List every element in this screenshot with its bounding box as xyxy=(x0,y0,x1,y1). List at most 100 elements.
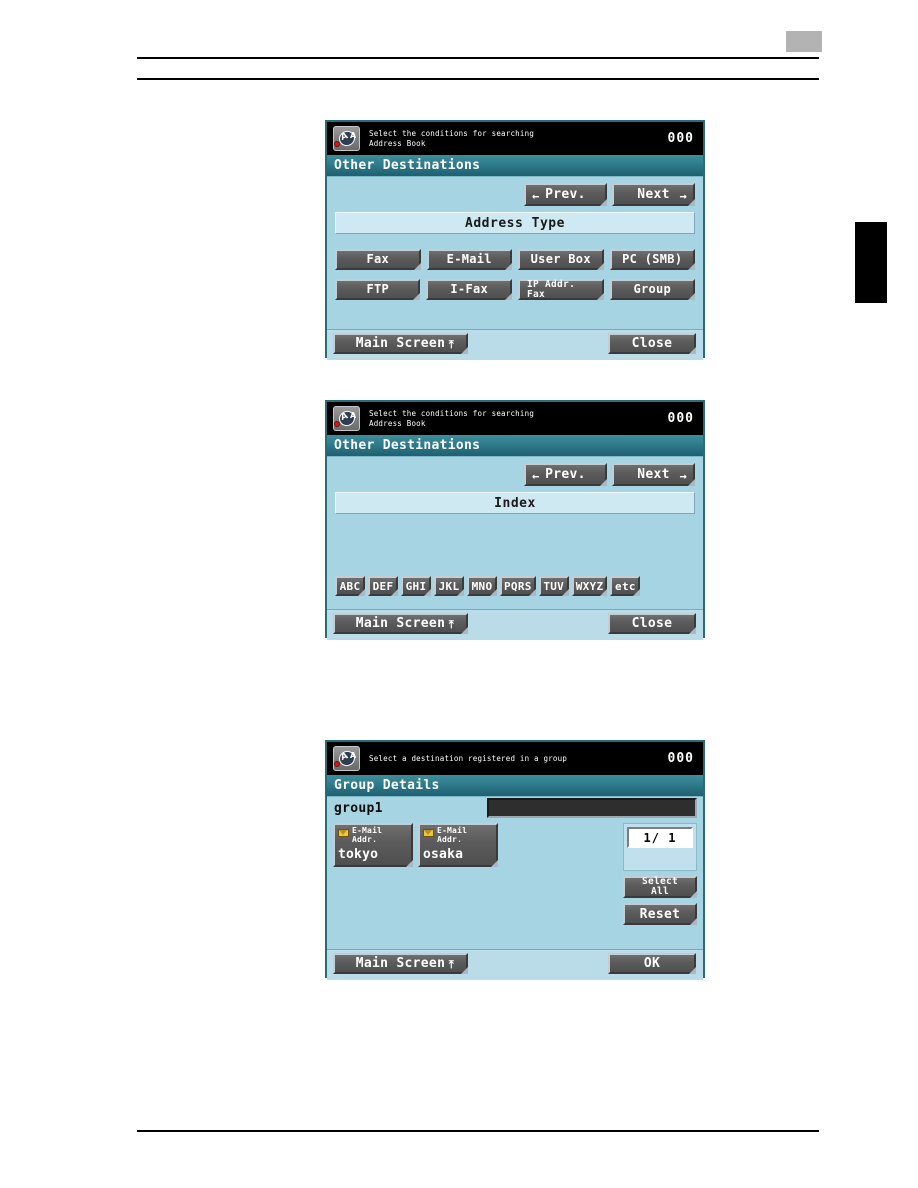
page-indicator-value: 1/ 1 xyxy=(643,830,677,845)
prev-button[interactable]: ← Prev. xyxy=(524,463,607,486)
main-screen-label: Main Screen xyxy=(355,616,446,631)
group-name-row: group1 xyxy=(327,797,703,819)
address-type-fax-button[interactable]: Fax xyxy=(335,249,421,270)
main-screen-label: Main Screen xyxy=(355,336,446,351)
destination-name-label: osaka xyxy=(423,847,464,862)
main-screen-button[interactable]: Main Screen ⤒ xyxy=(333,953,468,974)
header-rule-bottom xyxy=(137,78,819,80)
screen-title-bar: Group Details xyxy=(327,775,703,797)
prev-button-label: Prev. xyxy=(545,467,586,482)
status-message: Select a destination registered in a gro… xyxy=(369,753,568,763)
screen-title-bar: Other Destinations xyxy=(327,435,703,457)
screen-title: Other Destinations xyxy=(334,438,481,453)
section-header-label: Address Type xyxy=(465,215,565,231)
destination-type-label: E-Mail Addr. xyxy=(437,826,468,844)
footer-bar: Main Screen ⤒ OK xyxy=(327,949,703,980)
header-rule-top xyxy=(137,57,819,59)
select-all-button[interactable]: Select All xyxy=(623,876,697,898)
group-side-controls: 1/ 1 Select All Reset xyxy=(615,823,703,943)
next-button-label: Next xyxy=(637,467,670,482)
index-button-ghi[interactable]: GHI xyxy=(401,576,431,596)
right-arrow-icon: → xyxy=(679,189,687,203)
screen-title: Other Destinations xyxy=(334,158,481,173)
address-type-ipaddrfax-button[interactable]: IP Addr. Fax xyxy=(517,279,604,300)
address-type-pcsmb-button[interactable]: PC (SMB) xyxy=(609,249,695,270)
address-book-search-icon: AA xyxy=(333,126,360,151)
address-type-ifax-button[interactable]: I-Fax xyxy=(426,279,513,300)
prev-button-label: Prev. xyxy=(545,187,586,202)
nav-buttons: ← Prev. Next → xyxy=(524,463,695,486)
footer-bar: Main Screen ⤒ Close xyxy=(327,609,703,640)
envelope-icon xyxy=(338,829,349,837)
address-type-group-button[interactable]: Group xyxy=(609,279,696,300)
main-screen-arrow-icon: ⤒ xyxy=(448,618,454,631)
page-indicator-box: 1/ 1 xyxy=(627,827,693,848)
screen-title: Group Details xyxy=(334,778,440,793)
address-type-userbox-button[interactable]: User Box xyxy=(518,249,604,270)
lcd-screen-address-type: AA Select the conditions for searching A… xyxy=(325,120,705,360)
destination-name-label: tokyo xyxy=(338,847,379,862)
lcd-screen-group-details: AA Select a destination registered in a … xyxy=(325,740,705,980)
status-bar: AA Select the conditions for searching A… xyxy=(327,122,703,155)
footer-rule xyxy=(137,1130,819,1132)
page-number-placeholder xyxy=(786,31,822,52)
screen-body: ← Prev. Next → Index ABC DEF GHI JKL MNO… xyxy=(327,457,703,640)
main-screen-arrow-icon: ⤒ xyxy=(448,338,454,351)
address-type-grid: Fax E-Mail User Box PC (SMB) FTP I-Fax I… xyxy=(335,249,696,300)
address-book-group-icon: AA xyxy=(333,746,360,771)
index-button-abc[interactable]: ABC xyxy=(335,576,365,596)
lcd-screen-index: AA Select the conditions for searching A… xyxy=(325,400,705,640)
job-counter: 000 xyxy=(667,131,694,146)
index-button-def[interactable]: DEF xyxy=(368,576,398,596)
close-button[interactable]: Close xyxy=(608,613,696,634)
index-button-jkl[interactable]: JKL xyxy=(434,576,464,596)
reset-button[interactable]: Reset xyxy=(623,903,697,925)
right-arrow-icon: → xyxy=(679,469,687,483)
index-button-mno[interactable]: MNO xyxy=(467,576,497,596)
close-button[interactable]: Close xyxy=(608,333,696,354)
destination-card-list: E-Mail Addr. tokyo E-Mail Addr. osaka xyxy=(333,823,498,867)
nav-buttons: ← Prev. Next → xyxy=(524,183,695,206)
status-message: Select the conditions for searching Addr… xyxy=(369,409,535,428)
page-indicator-panel: 1/ 1 xyxy=(623,823,697,871)
section-header-index: Index xyxy=(335,492,695,514)
index-button-tuv[interactable]: TUV xyxy=(538,576,569,596)
destination-type-label: E-Mail Addr. xyxy=(352,826,383,844)
envelope-icon xyxy=(423,829,434,837)
main-screen-button[interactable]: Main Screen ⤒ xyxy=(333,613,468,634)
footer-bar: Main Screen ⤒ Close xyxy=(327,329,703,360)
left-arrow-icon: ← xyxy=(532,189,540,203)
index-button-etc[interactable]: etc xyxy=(610,576,641,596)
status-bar: AA Select the conditions for searching A… xyxy=(327,402,703,435)
section-header-label: Index xyxy=(494,495,536,511)
next-button-label: Next xyxy=(637,187,670,202)
status-bar: AA Select a destination registered in a … xyxy=(327,742,703,775)
prev-button[interactable]: ← Prev. xyxy=(524,183,607,206)
ok-button[interactable]: OK xyxy=(608,953,696,974)
next-button[interactable]: Next → xyxy=(612,463,695,486)
address-type-email-button[interactable]: E-Mail xyxy=(426,249,512,270)
screen-body: group1 E-Mail Addr. tokyo E-Mail Addr. o… xyxy=(327,797,703,980)
main-screen-button[interactable]: Main Screen ⤒ xyxy=(333,333,468,354)
screen-title-bar: Other Destinations xyxy=(327,155,703,177)
index-button-wxyz[interactable]: WXYZ xyxy=(571,576,608,596)
address-type-row-2: FTP I-Fax IP Addr. Fax Group xyxy=(335,279,696,300)
index-button-pqrs[interactable]: PQRS xyxy=(500,576,536,596)
job-counter: 000 xyxy=(667,751,694,766)
screen-body: ← Prev. Next → Address Type Fax E-Mail U… xyxy=(327,177,703,360)
chapter-thumb-tab xyxy=(855,222,887,303)
job-counter: 000 xyxy=(667,411,694,426)
next-button[interactable]: Next → xyxy=(612,183,695,206)
status-message: Select the conditions for searching Addr… xyxy=(369,129,535,148)
destination-card-osaka[interactable]: E-Mail Addr. osaka xyxy=(418,823,498,867)
group-search-field[interactable] xyxy=(487,798,697,818)
main-screen-arrow-icon: ⤒ xyxy=(448,958,454,971)
destination-card-tokyo[interactable]: E-Mail Addr. tokyo xyxy=(333,823,413,867)
address-type-row-1: Fax E-Mail User Box PC (SMB) xyxy=(335,249,695,270)
group-name-label: group1 xyxy=(334,800,383,816)
index-button-row: ABC DEF GHI JKL MNO PQRS TUV WXYZ etc xyxy=(335,576,641,596)
main-screen-label: Main Screen xyxy=(355,956,446,971)
left-arrow-icon: ← xyxy=(532,469,540,483)
address-book-search-icon: AA xyxy=(333,406,360,431)
address-type-ftp-button[interactable]: FTP xyxy=(335,279,421,300)
